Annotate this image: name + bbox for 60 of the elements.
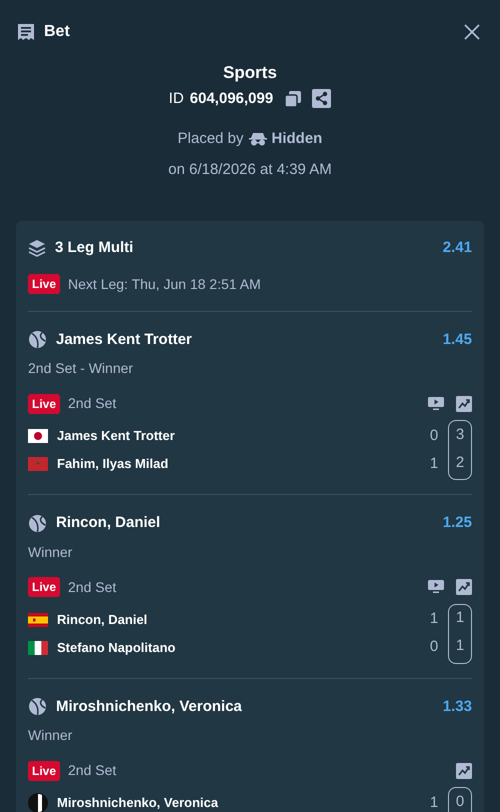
flag-icon: [28, 612, 48, 626]
player-name: Miroshnichenko, Veronica: [57, 794, 218, 812]
game-score: 0: [430, 637, 438, 658]
stats-button[interactable]: [456, 579, 472, 595]
live-status: Next Leg: Thu, Jun 18 2:51 AM: [68, 274, 261, 294]
player-name: Fahim, Ilyas Milad: [57, 455, 168, 474]
odds: 2.41: [442, 238, 472, 258]
stream-button[interactable]: [428, 396, 444, 410]
set-score: 0: [456, 792, 464, 812]
live-status: 2nd Set: [68, 394, 116, 413]
market-name: Winner: [28, 542, 74, 562]
share-button[interactable]: [312, 89, 332, 108]
odds: 1.25: [442, 513, 472, 533]
flag-icon: [28, 457, 48, 471]
receipt-icon: [16, 22, 36, 42]
leg-title: James Kent Trotter: [56, 330, 192, 350]
tennis-ball-icon: [28, 514, 47, 533]
placed-by-label: Placed by: [178, 129, 244, 149]
odds: 1.33: [442, 696, 472, 716]
close-icon[interactable]: [464, 24, 480, 40]
live-status: 2nd Set: [68, 578, 116, 596]
bet-id: 604,096,099: [190, 88, 274, 108]
flag-icon: [28, 793, 48, 812]
stream-button[interactable]: [428, 580, 444, 594]
game-score: 1: [430, 609, 438, 630]
dialog-title: Bet: [44, 22, 70, 42]
set-score: 1: [456, 608, 464, 628]
market-name: Winner: [28, 726, 74, 745]
set-score: 1: [456, 636, 464, 656]
market-name: 2nd Set - Winner: [28, 359, 134, 378]
leg-title: Rincon, Daniel: [56, 513, 160, 533]
stats-button[interactable]: [456, 762, 472, 778]
leg-title: 3 Leg Multi: [55, 238, 134, 258]
live-badge: Live: [28, 760, 60, 780]
live-badge: Live: [28, 274, 60, 294]
flag-icon: [28, 640, 48, 654]
game-score: 0: [430, 426, 438, 446]
live-badge: Live: [28, 577, 60, 597]
layers-icon: [28, 239, 46, 258]
player-name: James Kent Trotter: [57, 427, 175, 446]
id-label: ID: [168, 88, 184, 108]
tennis-ball-icon: [28, 330, 47, 350]
game-score: 1: [430, 454, 438, 474]
leg-title: Miroshnichenko, Veronica: [56, 696, 242, 716]
set-score: 3: [456, 424, 464, 445]
live-badge: Live: [28, 394, 60, 414]
tennis-ball-icon: [28, 697, 47, 716]
game-score: 1: [430, 792, 438, 812]
player-name: Rincon, Daniel: [57, 610, 148, 629]
live-status: 2nd Set: [68, 761, 116, 780]
player-name: Stefano Napolitano: [57, 638, 176, 657]
placed-date: on 6/18/2026 at 4:39 AM: [168, 160, 332, 180]
odds: 1.45: [442, 330, 472, 350]
stats-button[interactable]: [456, 396, 472, 412]
bet-category: Sports: [223, 62, 277, 84]
set-score: 2: [456, 452, 464, 473]
placed-by-name: Hidden: [272, 129, 322, 149]
flag-icon: [28, 429, 48, 443]
incognito-icon: [248, 132, 267, 146]
copy-button[interactable]: [284, 90, 302, 108]
